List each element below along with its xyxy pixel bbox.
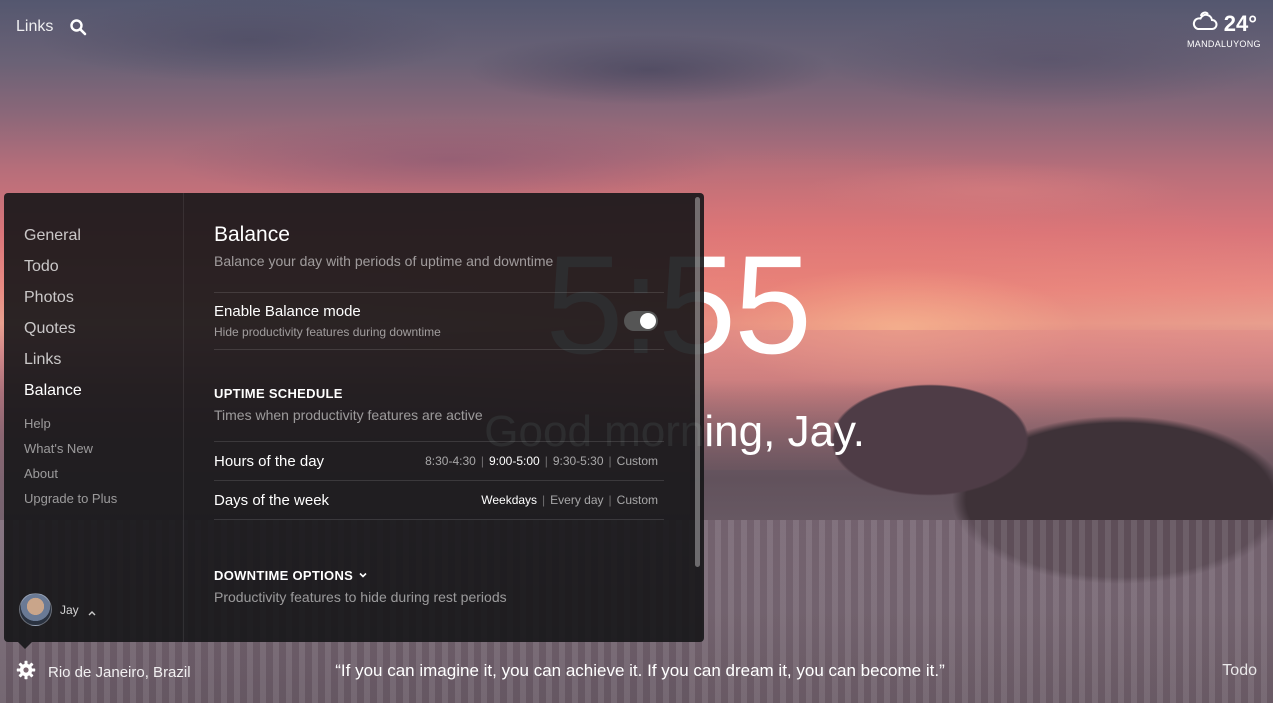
chevron-up-icon: [87, 605, 97, 615]
hours-row: Hours of the day 8:30-4:30 | 9:00-5:00 | 9:3…: [214, 442, 664, 480]
nav-item-upgrade[interactable]: Upgrade to Plus: [24, 486, 183, 511]
gear-icon[interactable]: [16, 660, 36, 685]
settings-nav: General Todo Photos Quotes Links Balance…: [4, 193, 184, 642]
nav-item-quotes[interactable]: Quotes: [24, 316, 183, 347]
uptime-schedule-title: UPTIME SCHEDULE: [214, 386, 343, 401]
nav-item-help[interactable]: Help: [24, 411, 183, 436]
balance-toggle-row: Enable Balance mode Hide productivity fe…: [214, 293, 664, 349]
weather-widget[interactable]: 24° MANDALUYONG: [1187, 10, 1261, 50]
enable-balance-label: Enable Balance mode: [214, 303, 361, 320]
enable-balance-desc: Hide productivity features during downti…: [214, 325, 441, 339]
user-menu[interactable]: Jay: [19, 593, 97, 626]
user-name: Jay: [60, 602, 79, 617]
links-button[interactable]: Links: [16, 18, 53, 36]
divider: [214, 519, 664, 520]
nav-item-about[interactable]: About: [24, 461, 183, 486]
balance-mode-toggle[interactable]: [624, 311, 658, 331]
hours-option[interactable]: 8:30-4:30: [425, 454, 476, 468]
page-subtitle: Balance your day with periods of uptime …: [214, 253, 554, 269]
todo-button[interactable]: Todo: [1222, 662, 1257, 680]
downtime-options-title: DOWNTIME OPTIONS: [214, 568, 354, 583]
nav-item-photos[interactable]: Photos: [24, 285, 183, 316]
nav-item-links[interactable]: Links: [24, 347, 183, 378]
downtime-options-desc: Productivity features to hide during res…: [214, 589, 507, 605]
downtime-options-toggle[interactable]: DOWNTIME OPTIONS: [214, 568, 664, 583]
bottom-left: Rio de Janeiro, Brazil: [16, 660, 191, 685]
avatar: [19, 593, 52, 626]
uptime-schedule-desc: Times when productivity features are act…: [214, 407, 483, 423]
photo-location[interactable]: Rio de Janeiro, Brazil: [48, 664, 191, 681]
days-option-selected[interactable]: Weekdays: [481, 493, 537, 507]
weather-temperature: 24°: [1223, 10, 1257, 36]
days-label: Days of the week: [214, 491, 330, 509]
hours-options: 8:30-4:30 | 9:00-5:00 | 9:30-5:30 | Custom: [425, 454, 658, 468]
settings-content: Balance Balance your day with periods of…: [184, 193, 704, 642]
nav-item-whats-new[interactable]: What's New: [24, 436, 183, 461]
toggle-knob: [640, 313, 656, 329]
weather-location: MANDALUYONG: [1187, 39, 1261, 49]
hours-option[interactable]: 9:30-5:30: [553, 454, 604, 468]
hours-option-custom[interactable]: Custom: [617, 454, 658, 468]
days-option[interactable]: Every day: [550, 493, 603, 507]
nav-item-balance[interactable]: Balance: [24, 378, 183, 409]
settings-nav-main: General Todo Photos Quotes Links Balance: [24, 223, 183, 409]
settings-nav-secondary: Help What's New About Upgrade to Plus: [24, 411, 183, 511]
nav-item-general[interactable]: General: [24, 223, 183, 254]
nav-item-todo[interactable]: Todo: [24, 254, 183, 285]
quote[interactable]: “If you can imagine it, you can achieve …: [280, 661, 1000, 681]
topbar-left: Links: [16, 18, 87, 36]
uptime-schedule-heading: UPTIME SCHEDULE: [214, 386, 664, 401]
scrollbar[interactable]: [695, 197, 700, 567]
page-title: Balance: [214, 223, 290, 246]
hours-label: Hours of the day: [214, 452, 325, 470]
cloud-icon: [1192, 10, 1218, 37]
days-option-custom[interactable]: Custom: [617, 493, 658, 507]
chevron-down-icon: [358, 568, 368, 583]
settings-panel: General Todo Photos Quotes Links Balance…: [4, 193, 704, 642]
search-icon[interactable]: [69, 18, 87, 36]
days-row: Days of the week Weekdays | Every day | Cust…: [214, 481, 664, 519]
hours-option-selected[interactable]: 9:00-5:00: [489, 454, 540, 468]
days-options: Weekdays | Every day | Custom: [481, 493, 658, 507]
divider: [214, 349, 664, 350]
panel-pointer: [18, 642, 32, 649]
